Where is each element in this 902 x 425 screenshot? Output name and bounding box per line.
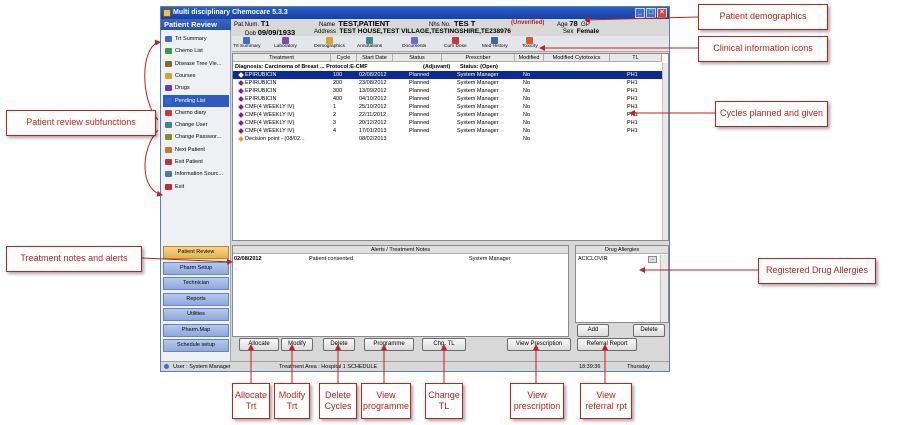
callout-allergies: Registered Drug Allergies — [758, 258, 876, 284]
arrow-demographics — [584, 16, 699, 23]
callout-change-tl: Change TL — [425, 383, 463, 419]
callout-programme: View programme — [361, 383, 411, 419]
callout-cycles: Cycles planned and given — [715, 101, 828, 127]
arrow-notes — [141, 257, 233, 265]
callout-demographics: Patient demographics — [698, 4, 828, 30]
callout-allocate: Allocate Trt — [232, 383, 270, 419]
callout-arrows — [141, 16, 758, 383]
arrow-subfunctions-down — [144, 129, 163, 197]
callout-prescription: View prescription — [510, 383, 564, 419]
arrow-subfunctions-up — [144, 39, 161, 121]
callout-modify: Modify Trt — [274, 383, 310, 419]
callout-notes-alerts: Treatment notes and alerts — [6, 246, 142, 272]
callout-referral: View referral rpt — [580, 383, 632, 419]
callout-subfunctions: Patient review subfunctions — [6, 110, 156, 136]
callout-clinical-icons: Clinical information icons — [698, 36, 828, 62]
callout-delete: Delete Cycles — [319, 383, 357, 419]
